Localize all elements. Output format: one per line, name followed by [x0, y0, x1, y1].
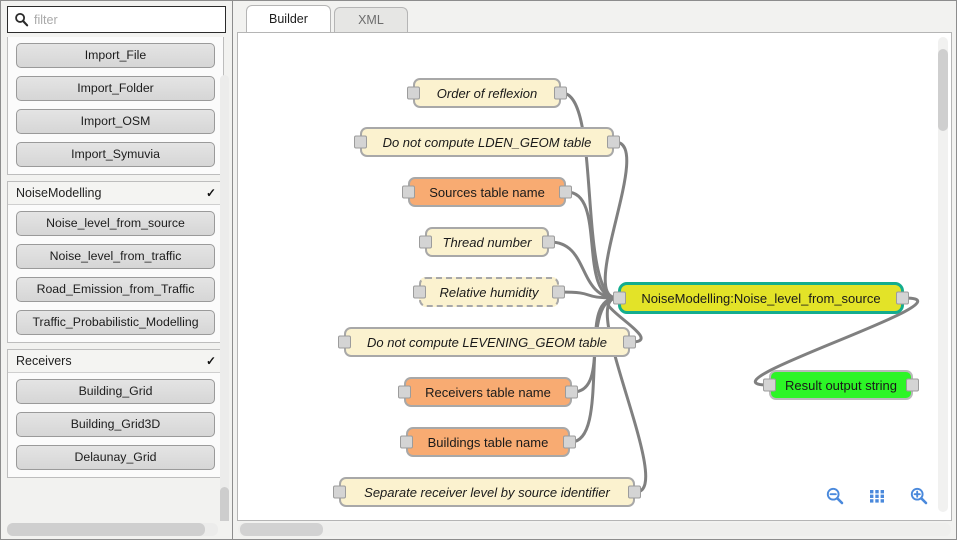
algorithm-item-road-emission-from-traffic[interactable]: Road_Emission_from_Traffic [16, 277, 215, 302]
node-input-port[interactable] [419, 235, 432, 249]
algorithm-group-receivers: Receivers ✓ Building_Grid Building_Grid3… [7, 349, 224, 478]
node-input-port[interactable] [413, 285, 426, 299]
graph-node-label: Sources table name [429, 184, 545, 200]
graph-node-label: Do not compute LEVENING_GEOM table [367, 334, 607, 350]
graph-node-label: Order of reflexion [436, 85, 538, 101]
canvas-horizontal-scrollbar[interactable] [238, 523, 951, 536]
graph-node-label: Separate receiver level by source identi… [364, 484, 610, 500]
node-output-port[interactable] [628, 485, 641, 499]
node-input-port[interactable] [333, 485, 346, 499]
graph-node-buildings-table-name[interactable]: Buildings table name [400, 427, 576, 457]
group-title: Receivers [16, 354, 72, 368]
zoom-out-icon[interactable] [825, 486, 845, 506]
node-input-port[interactable] [613, 291, 626, 305]
algorithm-group-body: Import_File Import_Folder Import_OSM Imp… [8, 37, 223, 174]
graph-node-receivers-table-name[interactable]: Receivers table name [398, 377, 578, 407]
algorithm-item-import-file[interactable]: Import_File [16, 43, 215, 68]
sidebar-horizontal-scrollbar[interactable] [7, 523, 218, 536]
tab-bar: Builder XML [233, 1, 956, 32]
sidebar-vertical-scrollbar-thumb[interactable] [220, 487, 229, 521]
graph-node-label: Buildings table name [427, 434, 549, 450]
algorithm-item-noise-level-from-source[interactable]: Noise_level_from_source [16, 211, 215, 236]
node-output-port[interactable] [559, 185, 572, 199]
search-icon [14, 12, 29, 27]
node-output-port[interactable] [896, 291, 909, 305]
search-input[interactable] [34, 12, 219, 27]
graph-node-label: Result output string [784, 377, 897, 393]
graph-node-label: Relative humidity [439, 284, 539, 300]
algorithm-item-delaunay-grid[interactable]: Delaunay_Grid [16, 445, 215, 470]
algorithm-item-noise-level-from-traffic[interactable]: Noise_level_from_traffic [16, 244, 215, 269]
algorithm-group-header-receivers[interactable]: Receivers ✓ [8, 350, 223, 373]
model-editor-panel: Builder XML Order of reflexion Do not com… [233, 0, 957, 540]
graph-node-order-of-reflexion[interactable]: Order of reflexion [407, 78, 567, 108]
sidebar-vertical-scrollbar[interactable] [220, 75, 229, 521]
application-window: Import_File Import_Folder Import_OSM Imp… [0, 0, 957, 540]
node-output-port[interactable] [563, 435, 576, 449]
graph-node-label: Do not compute LDEN_GEOM table [382, 134, 592, 150]
filter-box[interactable] [7, 6, 226, 33]
graph-node-label: Receivers table name [425, 384, 551, 400]
graph-node-relative-humidity[interactable]: Relative humidity [413, 277, 565, 307]
node-input-port[interactable] [407, 86, 420, 100]
node-input-port[interactable] [398, 385, 411, 399]
algorithm-item-building-grid[interactable]: Building_Grid [16, 379, 215, 404]
node-input-port[interactable] [402, 185, 415, 199]
node-output-port[interactable] [623, 335, 636, 349]
algorithm-group-import: Import_File Import_Folder Import_OSM Imp… [7, 37, 224, 175]
chevron-down-icon[interactable]: ✓ [206, 355, 216, 367]
algorithm-group-header-noisemodelling[interactable]: NoiseModelling ✓ [8, 182, 223, 205]
filter-container [1, 1, 232, 37]
graph-edge [558, 290, 619, 300]
chevron-down-icon[interactable]: ✓ [206, 187, 216, 199]
zoom-in-icon[interactable] [909, 486, 929, 506]
algorithm-list-scroll[interactable]: Import_File Import_Folder Import_OSM Imp… [1, 37, 232, 521]
node-output-port[interactable] [552, 285, 565, 299]
node-input-port[interactable] [354, 135, 367, 149]
graph-edge [569, 296, 619, 444]
node-output-port[interactable] [542, 235, 555, 249]
canvas-horizontal-scrollbar-thumb[interactable] [240, 523, 323, 536]
canvas-vertical-scrollbar-thumb[interactable] [938, 49, 948, 131]
algorithm-group-body: Noise_level_from_source Noise_level_from… [8, 205, 223, 342]
node-input-port[interactable] [400, 435, 413, 449]
algorithm-item-import-osm[interactable]: Import_OSM [16, 109, 215, 134]
graph-edges [548, 91, 919, 494]
tab-builder[interactable]: Builder [246, 5, 331, 32]
node-input-port[interactable] [338, 335, 351, 349]
graph-node-separate-receiver-level-by-source-identifier[interactable]: Separate receiver level by source identi… [333, 477, 641, 507]
graph-canvas-container[interactable]: Order of reflexion Do not compute LDEN_GE… [237, 32, 952, 521]
graph-edge [603, 140, 629, 300]
tab-xml[interactable]: XML [333, 7, 408, 32]
graph-edge [565, 190, 619, 300]
graph-node-sources-table-name[interactable]: Sources table name [402, 177, 572, 207]
grid-icon[interactable] [867, 486, 887, 506]
canvas-vertical-scrollbar[interactable] [938, 37, 948, 512]
group-title: NoiseModelling [16, 186, 102, 200]
graph-canvas[interactable]: Order of reflexion Do not compute LDEN_GE… [238, 33, 951, 520]
node-input-port[interactable] [763, 378, 776, 392]
node-output-port[interactable] [607, 135, 620, 149]
graph-node-do-not-compute-levening-geom-table[interactable]: Do not compute LEVENING_GEOM table [338, 327, 636, 357]
graph-node-noisemodelling-noise-level-from-source[interactable]: NoiseModelling:Noise_level_from_source [613, 282, 909, 314]
algorithm-group-body: Building_Grid Building_Grid3D Delaunay_G… [8, 373, 223, 477]
graph-node-label: NoiseModelling:Noise_level_from_source [641, 290, 881, 306]
algorithm-sidebar: Import_File Import_Folder Import_OSM Imp… [0, 0, 233, 540]
node-output-port[interactable] [554, 86, 567, 100]
algorithm-item-import-folder[interactable]: Import_Folder [16, 76, 215, 101]
sidebar-horizontal-scrollbar-thumb[interactable] [7, 523, 205, 536]
node-output-port[interactable] [906, 378, 919, 392]
canvas-tools [825, 486, 929, 506]
graph-node-result-output-string[interactable]: Result output string [763, 370, 919, 400]
algorithm-item-building-grid3d[interactable]: Building_Grid3D [16, 412, 215, 437]
algorithm-item-traffic-probabilistic-modelling[interactable]: Traffic_Probabilistic_Modelling [16, 310, 215, 335]
algorithm-item-import-symuvia[interactable]: Import_Symuvia [16, 142, 215, 167]
graph-node-do-not-compute-lden-geom-table[interactable]: Do not compute LDEN_GEOM table [354, 127, 620, 157]
graph-node-thread-number[interactable]: Thread number [419, 227, 555, 257]
graph-node-label: Thread number [442, 234, 532, 250]
node-output-port[interactable] [565, 385, 578, 399]
algorithm-group-noisemodelling: NoiseModelling ✓ Noise_level_from_source… [7, 181, 224, 343]
